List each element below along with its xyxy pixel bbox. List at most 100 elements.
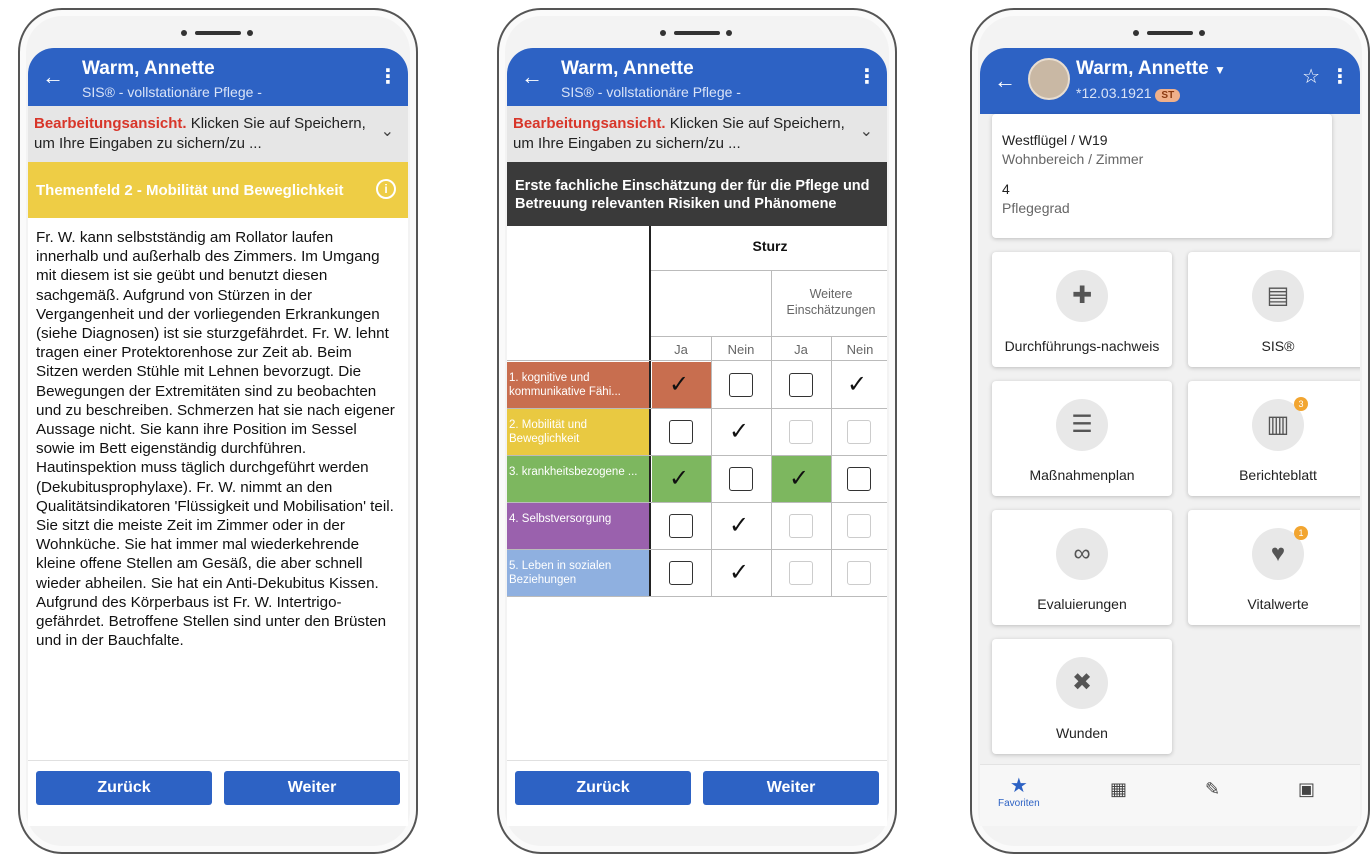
risk-row-label: 2. Mobilität und Beweglichkeit — [507, 409, 649, 456]
checkbox[interactable] — [847, 561, 871, 585]
col-header-underline — [651, 336, 887, 337]
phone-3: ← Warm, Annette ▼ *12.03.1921 ST ☆ ⋮ Wes… — [970, 8, 1370, 854]
plus-square-icon: ✚ — [1056, 270, 1108, 322]
assessment-text[interactable]: Fr. W. kann selbstständig am Rollator la… — [36, 228, 398, 650]
theme-field-header: Themenfeld 2 - Mobilität und Beweglichke… — [28, 162, 408, 218]
matrix-left-divider — [649, 226, 887, 596]
caret-down-icon[interactable]: ▼ — [1214, 63, 1226, 77]
patient-name: Warm, Annette — [82, 58, 215, 79]
risk-title-underline — [651, 270, 887, 271]
back-button[interactable]: Zurück — [515, 771, 691, 805]
col-divider-a — [711, 336, 712, 596]
bottom-buttons: Zurück Weiter — [28, 760, 408, 826]
checkbox[interactable] — [847, 514, 871, 538]
care-level-label: Pflegegrad — [1002, 200, 1070, 216]
glasses-icon: ∞ — [1056, 528, 1108, 580]
edit-mode-label: Bearbeitungsansicht. — [34, 115, 187, 132]
checkmark-icon[interactable]: ✓ — [669, 467, 689, 491]
phone-notch — [652, 28, 742, 38]
more-vert-icon[interactable]: ⋮ — [378, 64, 398, 89]
nav-favorites[interactable]: ★ Favoriten — [998, 773, 1040, 809]
status-badge: ST — [1155, 89, 1181, 102]
room-value: Westflügel / W19 — [1002, 132, 1108, 148]
more-vert-icon[interactable]: ⋮ — [1330, 64, 1350, 89]
further-divider — [771, 270, 772, 596]
checkbox[interactable] — [789, 373, 813, 397]
edit-document-icon[interactable]: ✎ — [1205, 779, 1220, 800]
further-assessment-header: Weitere Einschätzungen — [786, 287, 876, 317]
chevron-down-icon[interactable]: ⌄ — [860, 122, 873, 142]
app-bar: ← Warm, Annette SIS® - vollstationäre Pf… — [507, 48, 887, 106]
checkmark-icon[interactable]: ✓ — [669, 373, 689, 397]
tile-1[interactable]: ✚ Durchführungs-nachweis — [992, 252, 1172, 367]
checkbox[interactable] — [847, 467, 871, 491]
notification-badge: 3 — [1294, 397, 1308, 411]
checkbox[interactable] — [669, 420, 693, 444]
room-label: Wohnbereich / Zimmer — [1002, 151, 1144, 167]
patient-name[interactable]: Warm, Annette ▼ — [1076, 58, 1226, 80]
checkmark-icon[interactable]: ✓ — [789, 467, 809, 491]
checkmark-icon[interactable]: ✓ — [729, 514, 749, 538]
tile-4[interactable]: ▥ 3 Berichteblatt — [1188, 381, 1360, 496]
checkbox[interactable] — [729, 373, 753, 397]
theme-field-title: Themenfeld 2 - Mobilität und Beweglichke… — [36, 182, 344, 199]
checkbox[interactable] — [789, 561, 813, 585]
phone-2: ← Warm, Annette SIS® - vollstationäre Pf… — [497, 8, 897, 854]
col-header-underline-2 — [507, 360, 887, 361]
app-bar: ← Warm, Annette SIS® - vollstationäre Pf… — [28, 48, 408, 106]
tile-3[interactable]: ☰ Maßnahmenplan — [992, 381, 1172, 496]
app-bar: ← Warm, Annette ▼ *12.03.1921 ST ☆ ⋮ — [980, 48, 1360, 114]
more-vert-icon[interactable]: ⋮ — [857, 64, 877, 89]
phone-1: ← Warm, Annette SIS® - vollstationäre Pf… — [18, 8, 418, 854]
patient-name-text: Warm, Annette — [1076, 58, 1209, 79]
star-icon[interactable]: ☆ — [1302, 64, 1320, 89]
screen-risk-matrix: ← Warm, Annette SIS® - vollstationäre Pf… — [507, 48, 887, 826]
back-button[interactable]: Zurück — [36, 771, 212, 805]
calendar-icon[interactable]: ▦ — [1110, 779, 1127, 800]
risk-row-label: 3. krankheitsbezogene ... — [507, 456, 649, 503]
birth-date-text: *12.03.1921 — [1076, 85, 1152, 101]
tile-2[interactable]: ▤ SIS® — [1188, 252, 1360, 367]
next-button[interactable]: Weiter — [224, 771, 400, 805]
checkbox[interactable] — [847, 420, 871, 444]
birth-date: *12.03.1921 ST — [1076, 85, 1181, 102]
tile-7[interactable]: ✖ Wunden — [992, 639, 1172, 754]
back-arrow-icon[interactable]: ← — [994, 70, 1016, 92]
checkmark-icon[interactable]: ✓ — [847, 373, 867, 397]
checkbox[interactable] — [789, 514, 813, 538]
checkbox[interactable] — [729, 467, 753, 491]
info-icon[interactable]: i — [376, 179, 396, 199]
checkbox[interactable] — [669, 561, 693, 585]
tile-6[interactable]: ♥ 1 Vitalwerte — [1188, 510, 1360, 625]
tile-label: Evaluierungen — [1037, 596, 1127, 612]
module-subtitle: SIS® - vollstationäre Pflege - — [82, 84, 262, 100]
tile-label: Berichteblatt — [1239, 467, 1317, 483]
avatar[interactable] — [1028, 58, 1070, 100]
checkmark-icon[interactable]: ✓ — [729, 420, 749, 444]
bandage-icon: ✖ — [1056, 657, 1108, 709]
resident-info-card: Westflügel / W19 Wohnbereich / Zimmer 4 … — [992, 114, 1332, 238]
risk-row-divider — [507, 596, 887, 597]
id-card-icon[interactable]: ▣ — [1298, 779, 1315, 800]
checkmark-icon[interactable]: ✓ — [729, 561, 749, 585]
phone-notch — [173, 28, 263, 38]
risk-row-label: 5. Leben in sozialen Beziehungen — [507, 550, 649, 597]
col-nein-1: Nein — [727, 342, 755, 357]
next-button[interactable]: Weiter — [703, 771, 879, 805]
checkbox[interactable] — [669, 514, 693, 538]
tile-5[interactable]: ∞ Evaluierungen — [992, 510, 1172, 625]
edit-notice[interactable]: Bearbeitungsansicht. Klicken Sie auf Spe… — [28, 106, 408, 162]
edit-notice[interactable]: Bearbeitungsansicht. Klicken Sie auf Spe… — [507, 106, 887, 162]
risk-row-label: 4. Selbstversorgung — [507, 503, 649, 550]
back-arrow-icon[interactable]: ← — [521, 66, 543, 88]
risk-row-label: 1. kognitive und kommunikative Fähi... — [507, 362, 649, 409]
matrix-header: Erste fachliche Einschätzung der für die… — [507, 162, 887, 226]
chevron-down-icon[interactable]: ⌄ — [381, 122, 394, 142]
edit-mode-label: Bearbeitungsansicht. — [513, 115, 666, 132]
sis-document-icon: ▤ — [1252, 270, 1304, 322]
tile-label: Durchführungs-nachweis — [1004, 338, 1160, 354]
col-ja-2: Ja — [794, 342, 808, 357]
screen-themenfeld: ← Warm, Annette SIS® - vollstationäre Pf… — [28, 48, 408, 826]
back-arrow-icon[interactable]: ← — [42, 66, 64, 88]
checkbox[interactable] — [789, 420, 813, 444]
